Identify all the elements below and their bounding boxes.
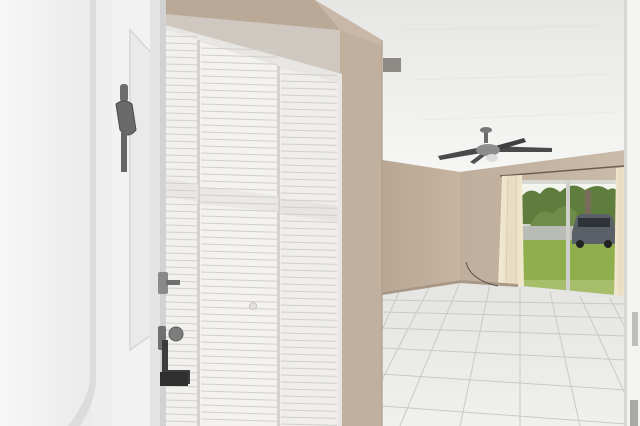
ceiling-vent	[383, 58, 401, 72]
curtain-left	[498, 175, 524, 288]
room-photo	[0, 0, 640, 426]
parked-car	[572, 214, 616, 248]
front-door	[0, 0, 166, 426]
right-hinge-lower	[630, 400, 638, 426]
right-hinge	[632, 312, 638, 346]
closet-knob	[249, 302, 257, 310]
back-wall-left	[382, 160, 460, 292]
sliding-door-mullion	[566, 182, 570, 302]
louvered-closet	[164, 30, 338, 426]
